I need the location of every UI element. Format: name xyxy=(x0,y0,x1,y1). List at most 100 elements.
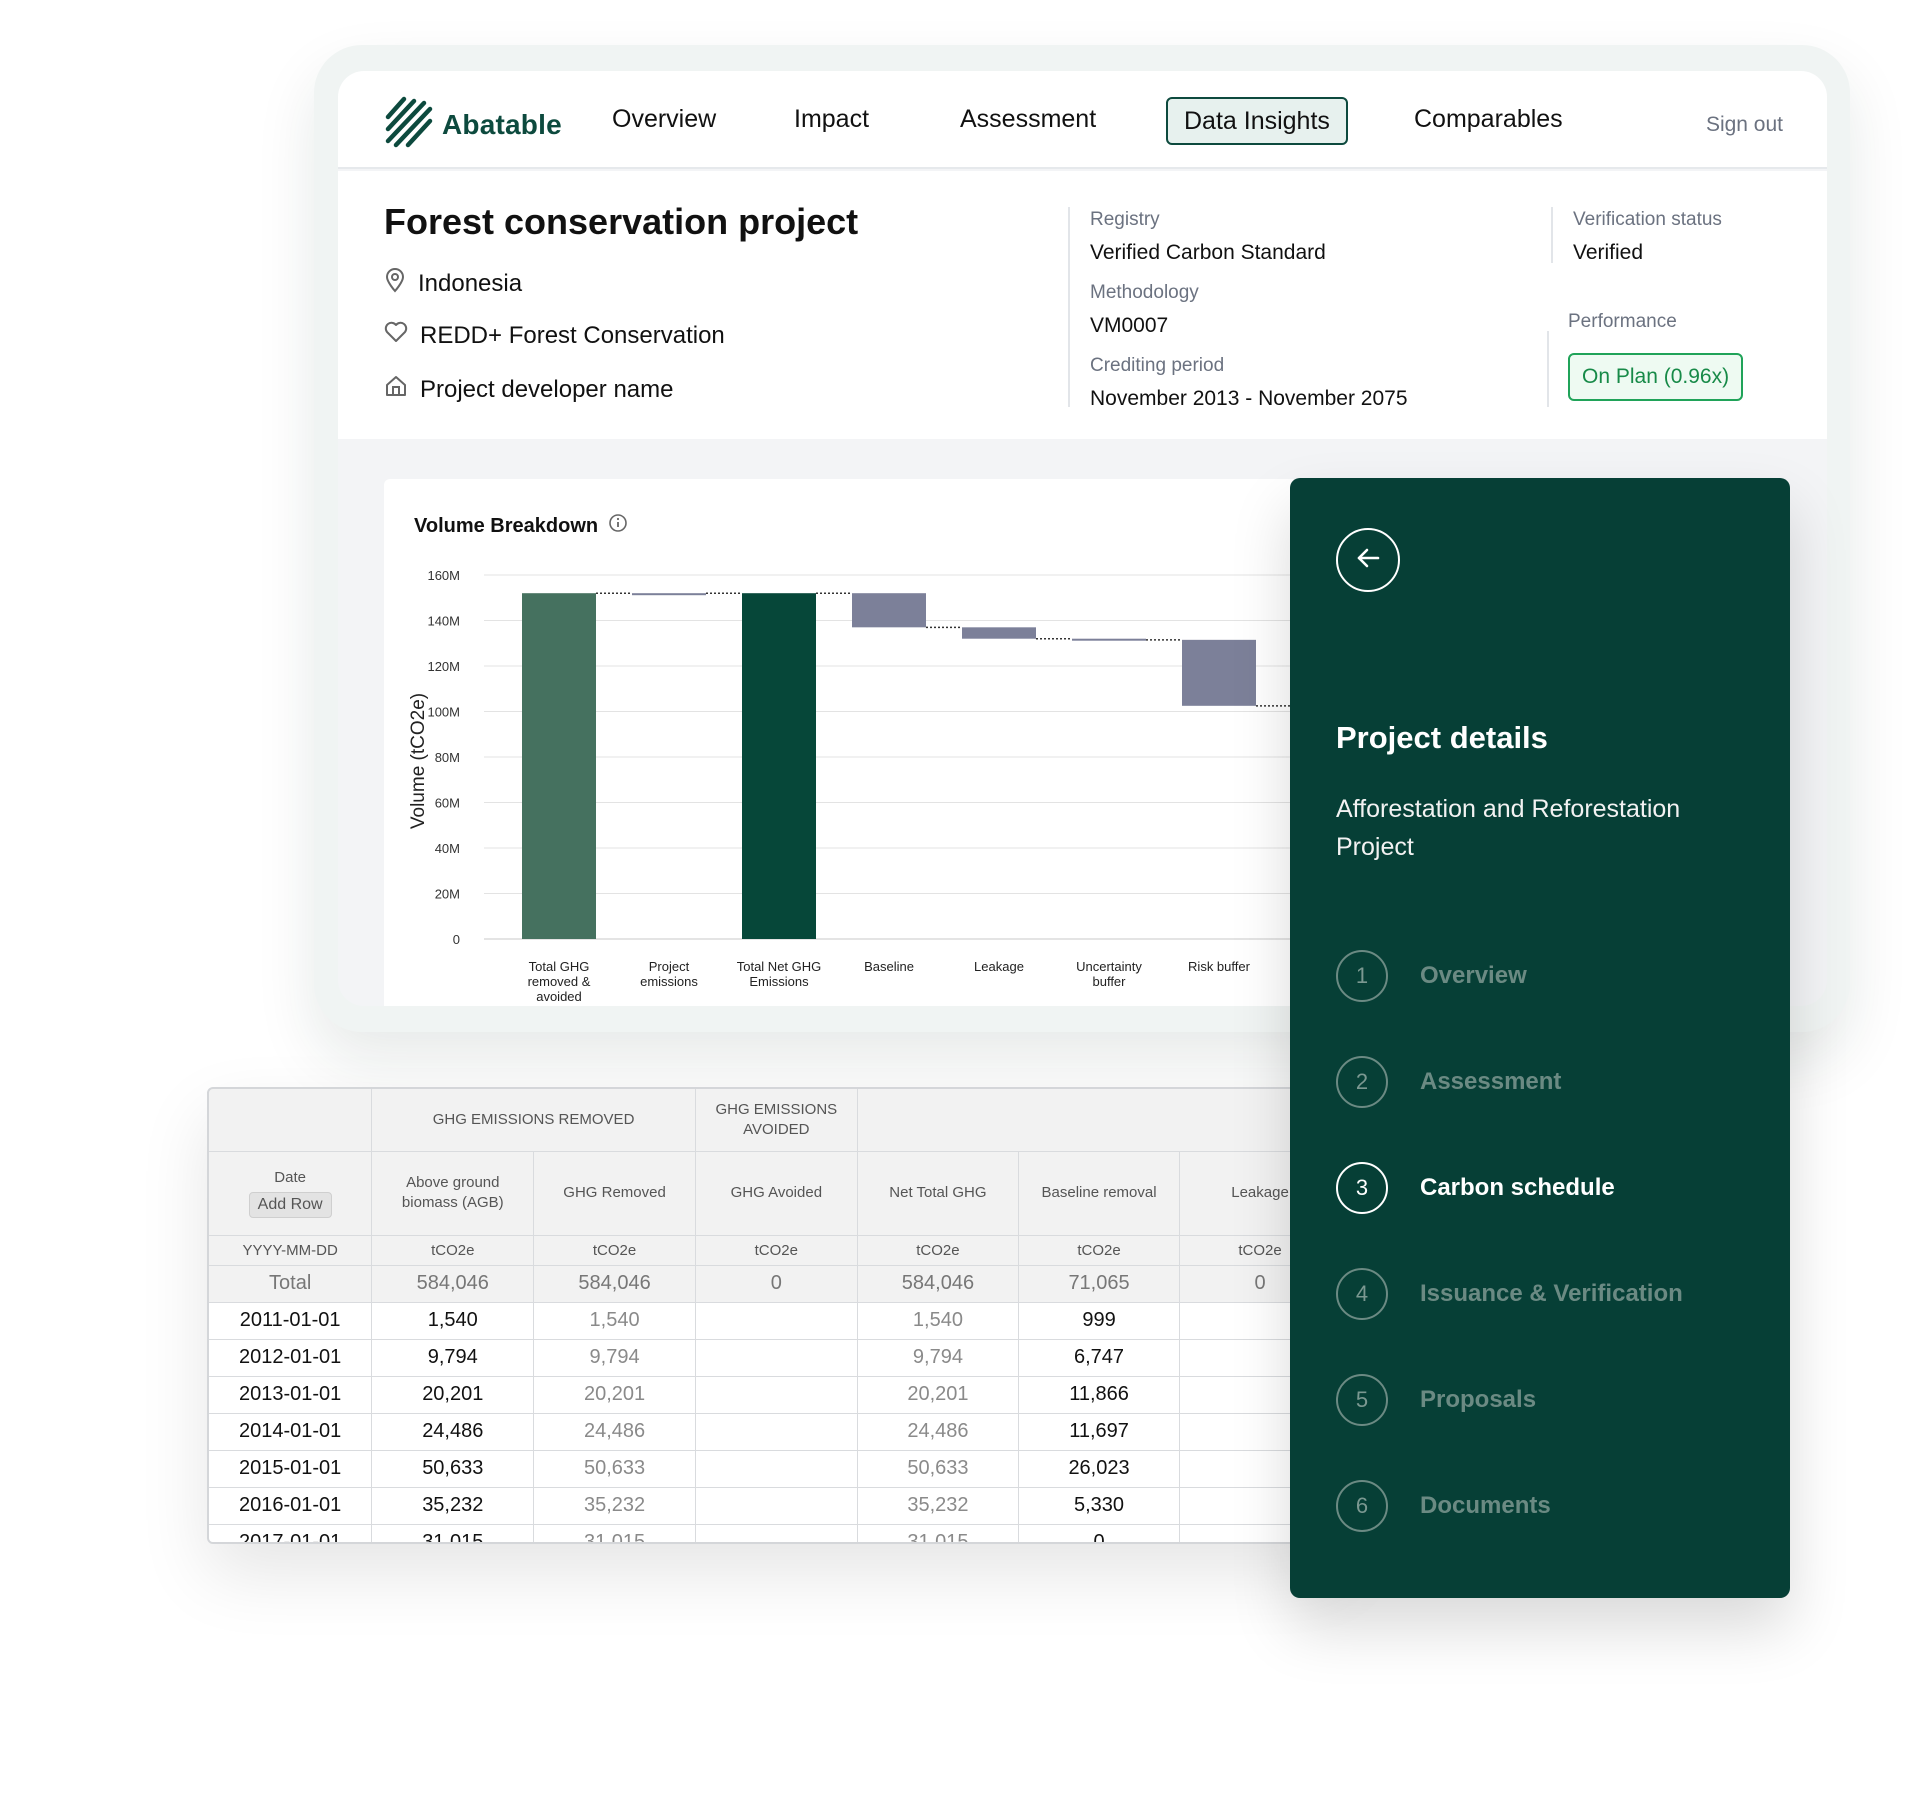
table-cell[interactable]: 6,747 xyxy=(1018,1339,1181,1377)
registry-value: Verified Carbon Standard xyxy=(1090,241,1326,264)
step-label: Proposals xyxy=(1420,1386,1537,1413)
table-cell[interactable]: 5,330 xyxy=(1018,1487,1181,1525)
table-row: 2012-01-01 9,794 9,794 9,794 6,747 xyxy=(209,1339,1341,1377)
project-developer: Project developer name xyxy=(384,374,673,405)
step-carbon-schedule[interactable]: 3 Carbon schedule xyxy=(1336,1162,1615,1214)
x-tick-label: Total GHG removed & avoided xyxy=(528,959,591,1004)
divider xyxy=(1547,331,1549,407)
table-cell[interactable]: 2016-01-01 xyxy=(209,1487,373,1525)
step-number: 3 xyxy=(1336,1162,1388,1214)
table-cell[interactable]: 20,201 xyxy=(533,1376,696,1414)
project-summary: Forest conservation project Indonesia RE… xyxy=(338,171,1827,439)
registry-label: Registry xyxy=(1090,209,1160,230)
table-cell[interactable]: 31,015 xyxy=(857,1524,1020,1542)
column-header: GHG Avoided xyxy=(695,1151,858,1236)
table-cell[interactable]: 20,201 xyxy=(857,1376,1020,1414)
step-label: Carbon schedule xyxy=(1420,1174,1615,1201)
table-cell[interactable]: 50,633 xyxy=(533,1450,696,1488)
table-cell[interactable]: 35,232 xyxy=(533,1487,696,1525)
nav-comparables[interactable]: Comparables xyxy=(1414,97,1563,145)
table-cell[interactable]: 9,794 xyxy=(371,1339,535,1377)
table-cell[interactable]: 999 xyxy=(1018,1302,1181,1340)
step-documents[interactable]: 6 Documents xyxy=(1336,1480,1551,1532)
bar[interactable] xyxy=(852,593,926,628)
table-cell[interactable]: 9,794 xyxy=(857,1339,1020,1377)
back-button[interactable] xyxy=(1336,528,1400,592)
table-cell[interactable] xyxy=(695,1339,858,1377)
bar[interactable] xyxy=(522,593,596,939)
table-cell[interactable]: 2014-01-01 xyxy=(209,1413,373,1451)
y-tick-label: 140M xyxy=(427,614,460,629)
sign-out-link[interactable]: Sign out xyxy=(1706,113,1783,137)
table-cell[interactable] xyxy=(695,1524,858,1542)
crediting-label: Crediting period xyxy=(1090,355,1225,376)
table-cell[interactable]: 1,540 xyxy=(857,1302,1020,1340)
nav-overview[interactable]: Overview xyxy=(612,97,716,145)
step-overview[interactable]: 1 Overview xyxy=(1336,950,1527,1002)
table-cell[interactable]: 11,866 xyxy=(1018,1376,1181,1414)
bar[interactable] xyxy=(1182,639,1256,706)
step-proposals[interactable]: 5 Proposals xyxy=(1336,1374,1536,1426)
table-cell[interactable]: 31,015 xyxy=(371,1524,535,1542)
panel-title: Project details xyxy=(1336,720,1548,755)
x-tick-label: Risk buffer xyxy=(1188,959,1251,974)
step-issuance-verification[interactable]: 4 Issuance & Verification xyxy=(1336,1268,1683,1320)
total-cell: 71,065 xyxy=(1018,1265,1181,1303)
y-tick-label: 60M xyxy=(435,796,460,811)
table-cell[interactable]: 11,697 xyxy=(1018,1413,1181,1451)
y-tick-label: 20M xyxy=(435,887,460,902)
nav-assessment[interactable]: Assessment xyxy=(960,97,1096,145)
bar[interactable] xyxy=(742,593,816,939)
brand-name: Abatable xyxy=(442,108,562,140)
table-cell[interactable]: 24,486 xyxy=(371,1413,535,1451)
table-cell[interactable]: 2015-01-01 xyxy=(209,1450,373,1488)
table-cell[interactable]: 2013-01-01 xyxy=(209,1376,373,1414)
table-cell[interactable]: 24,486 xyxy=(857,1413,1020,1451)
table-cell[interactable] xyxy=(695,1450,858,1488)
total-cell: Total xyxy=(209,1265,373,1303)
nav-data-insights[interactable]: Data Insights xyxy=(1166,97,1348,145)
step-label: Issuance & Verification xyxy=(1420,1280,1683,1307)
table-cell[interactable]: 1,540 xyxy=(371,1302,535,1340)
bar[interactable] xyxy=(962,627,1036,639)
total-cell: 0 xyxy=(695,1265,858,1303)
nav-impact[interactable]: Impact xyxy=(794,97,869,145)
step-label: Overview xyxy=(1420,962,1527,989)
brand-logo[interactable]: Abatable xyxy=(384,95,562,154)
table-cell[interactable]: 24,486 xyxy=(533,1413,696,1451)
table-cell[interactable] xyxy=(695,1487,858,1525)
bar[interactable] xyxy=(632,593,706,596)
step-label: Assessment xyxy=(1420,1068,1562,1095)
step-assessment[interactable]: 2 Assessment xyxy=(1336,1056,1561,1108)
table-cell[interactable]: 1,540 xyxy=(533,1302,696,1340)
arrow-left-icon xyxy=(1353,543,1383,578)
project-location: Indonesia xyxy=(384,267,522,300)
column-header-row: Date Add Row Above ground biomass (AGB) … xyxy=(209,1151,1341,1236)
table-cell[interactable]: 20,201 xyxy=(371,1376,535,1414)
table-cell[interactable] xyxy=(695,1413,858,1451)
table-cell[interactable]: 35,232 xyxy=(857,1487,1020,1525)
performance-label: Performance xyxy=(1568,311,1677,332)
group-header-empty xyxy=(857,1089,1341,1152)
table-cell[interactable]: 9,794 xyxy=(533,1339,696,1377)
table-cell[interactable]: 35,232 xyxy=(371,1487,535,1525)
table-cell[interactable]: 0 xyxy=(1018,1524,1181,1542)
location-text: Indonesia xyxy=(418,269,523,297)
verification-value: Verified xyxy=(1573,241,1644,264)
table-cell[interactable]: 50,633 xyxy=(857,1450,1020,1488)
table-cell[interactable]: 50,633 xyxy=(371,1450,535,1488)
table-cell[interactable]: 2012-01-01 xyxy=(209,1339,373,1377)
unit-cell: YYYY-MM-DD xyxy=(209,1235,373,1266)
table-cell[interactable] xyxy=(695,1376,858,1414)
table-cell[interactable]: 2011-01-01 xyxy=(209,1302,373,1340)
table-row: 2017-01-01 31,015 31,015 31,015 0 xyxy=(209,1524,1341,1542)
divider xyxy=(1068,207,1070,407)
developer-text: Project developer name xyxy=(420,375,674,403)
table-cell[interactable]: 31,015 xyxy=(533,1524,696,1542)
add-row-button[interactable]: Add Row xyxy=(248,1192,332,1218)
total-row: Total 584,046 584,046 0 584,046 71,065 0 xyxy=(209,1265,1341,1303)
table-cell[interactable] xyxy=(695,1302,858,1340)
table-cell[interactable]: 2017-01-01 xyxy=(209,1524,373,1542)
table-cell[interactable]: 26,023 xyxy=(1018,1450,1181,1488)
bar[interactable] xyxy=(1072,638,1146,641)
